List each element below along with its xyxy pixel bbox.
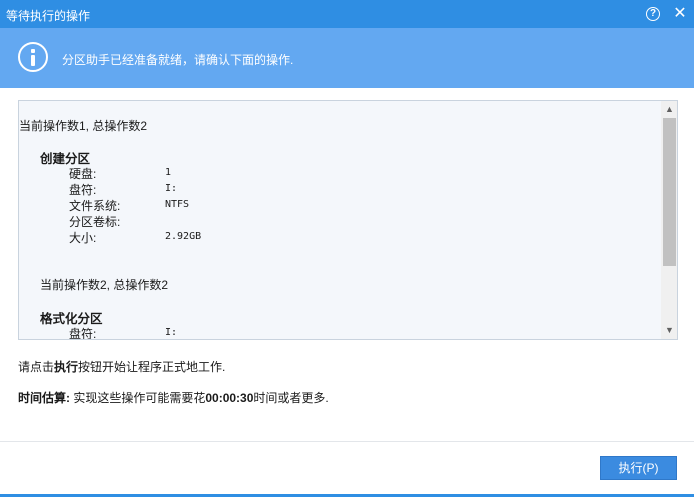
property-key: 硬盘: — [69, 167, 97, 181]
scroll-down-arrow-icon[interactable]: ▼ — [661, 322, 677, 339]
close-icon: ✕ — [673, 5, 687, 22]
banner-message: 分区助手已经准备就绪，请确认下面的操作. — [62, 53, 294, 67]
window-title: 等待执行的操作 — [6, 9, 91, 23]
operation-header: 当前操作数2, 总操作数2 — [40, 278, 169, 292]
help-button[interactable]: ? — [643, 4, 663, 24]
instruction-suffix: 按钮开始让程序正式地工作. — [78, 360, 226, 374]
instruction-bold: 执行 — [54, 360, 79, 374]
info-icon — [18, 42, 48, 72]
instruction-prefix: 请点击 — [18, 360, 55, 374]
divider — [0, 441, 694, 442]
property-key: 盘符: — [69, 327, 97, 340]
title-bar: 等待执行的操作 ? ✕ — [0, 0, 694, 28]
operations-list[interactable]: 当前操作数1, 总操作数2 创建分区 硬盘: 1 盘符: I: 文件系统: NT… — [18, 100, 678, 340]
instruction-text: 请点击执行按钮开始让程序正式地工作. — [18, 358, 225, 375]
help-icon: ? — [646, 7, 660, 21]
property-value: I: — [165, 183, 178, 194]
estimate-duration: 00:00:30 — [205, 391, 254, 405]
vertical-scrollbar[interactable]: ▲ ▼ — [661, 101, 677, 339]
property-key: 盘符: — [69, 183, 97, 197]
property-value: NTFS — [165, 199, 190, 210]
time-estimate: 时间估算: 实现这些操作可能需要花00:00:30时间或者更多. — [18, 389, 329, 406]
close-button[interactable]: ✕ — [670, 4, 690, 24]
property-value: 1 — [165, 167, 172, 178]
estimate-text-after: 时间或者更多. — [253, 391, 329, 405]
estimate-text-before: 实现这些操作可能需要花 — [70, 391, 206, 405]
property-key: 文件系统: — [69, 199, 121, 213]
info-banner: 分区助手已经准备就绪，请确认下面的操作. — [0, 28, 694, 88]
execute-button[interactable]: 执行(P) — [600, 456, 677, 480]
operation-header: 当前操作数1, 总操作数2 — [19, 119, 148, 133]
scroll-up-arrow-icon[interactable]: ▲ — [661, 101, 677, 118]
operations-content: 当前操作数1, 总操作数2 创建分区 硬盘: 1 盘符: I: 文件系统: NT… — [19, 101, 661, 339]
property-key: 大小: — [69, 231, 97, 245]
property-value: I: — [165, 327, 178, 338]
property-key: 分区卷标: — [69, 215, 121, 229]
property-value: 2.92GB — [165, 231, 202, 242]
scroll-thumb[interactable] — [663, 118, 676, 266]
estimate-label: 时间估算: — [18, 391, 70, 405]
